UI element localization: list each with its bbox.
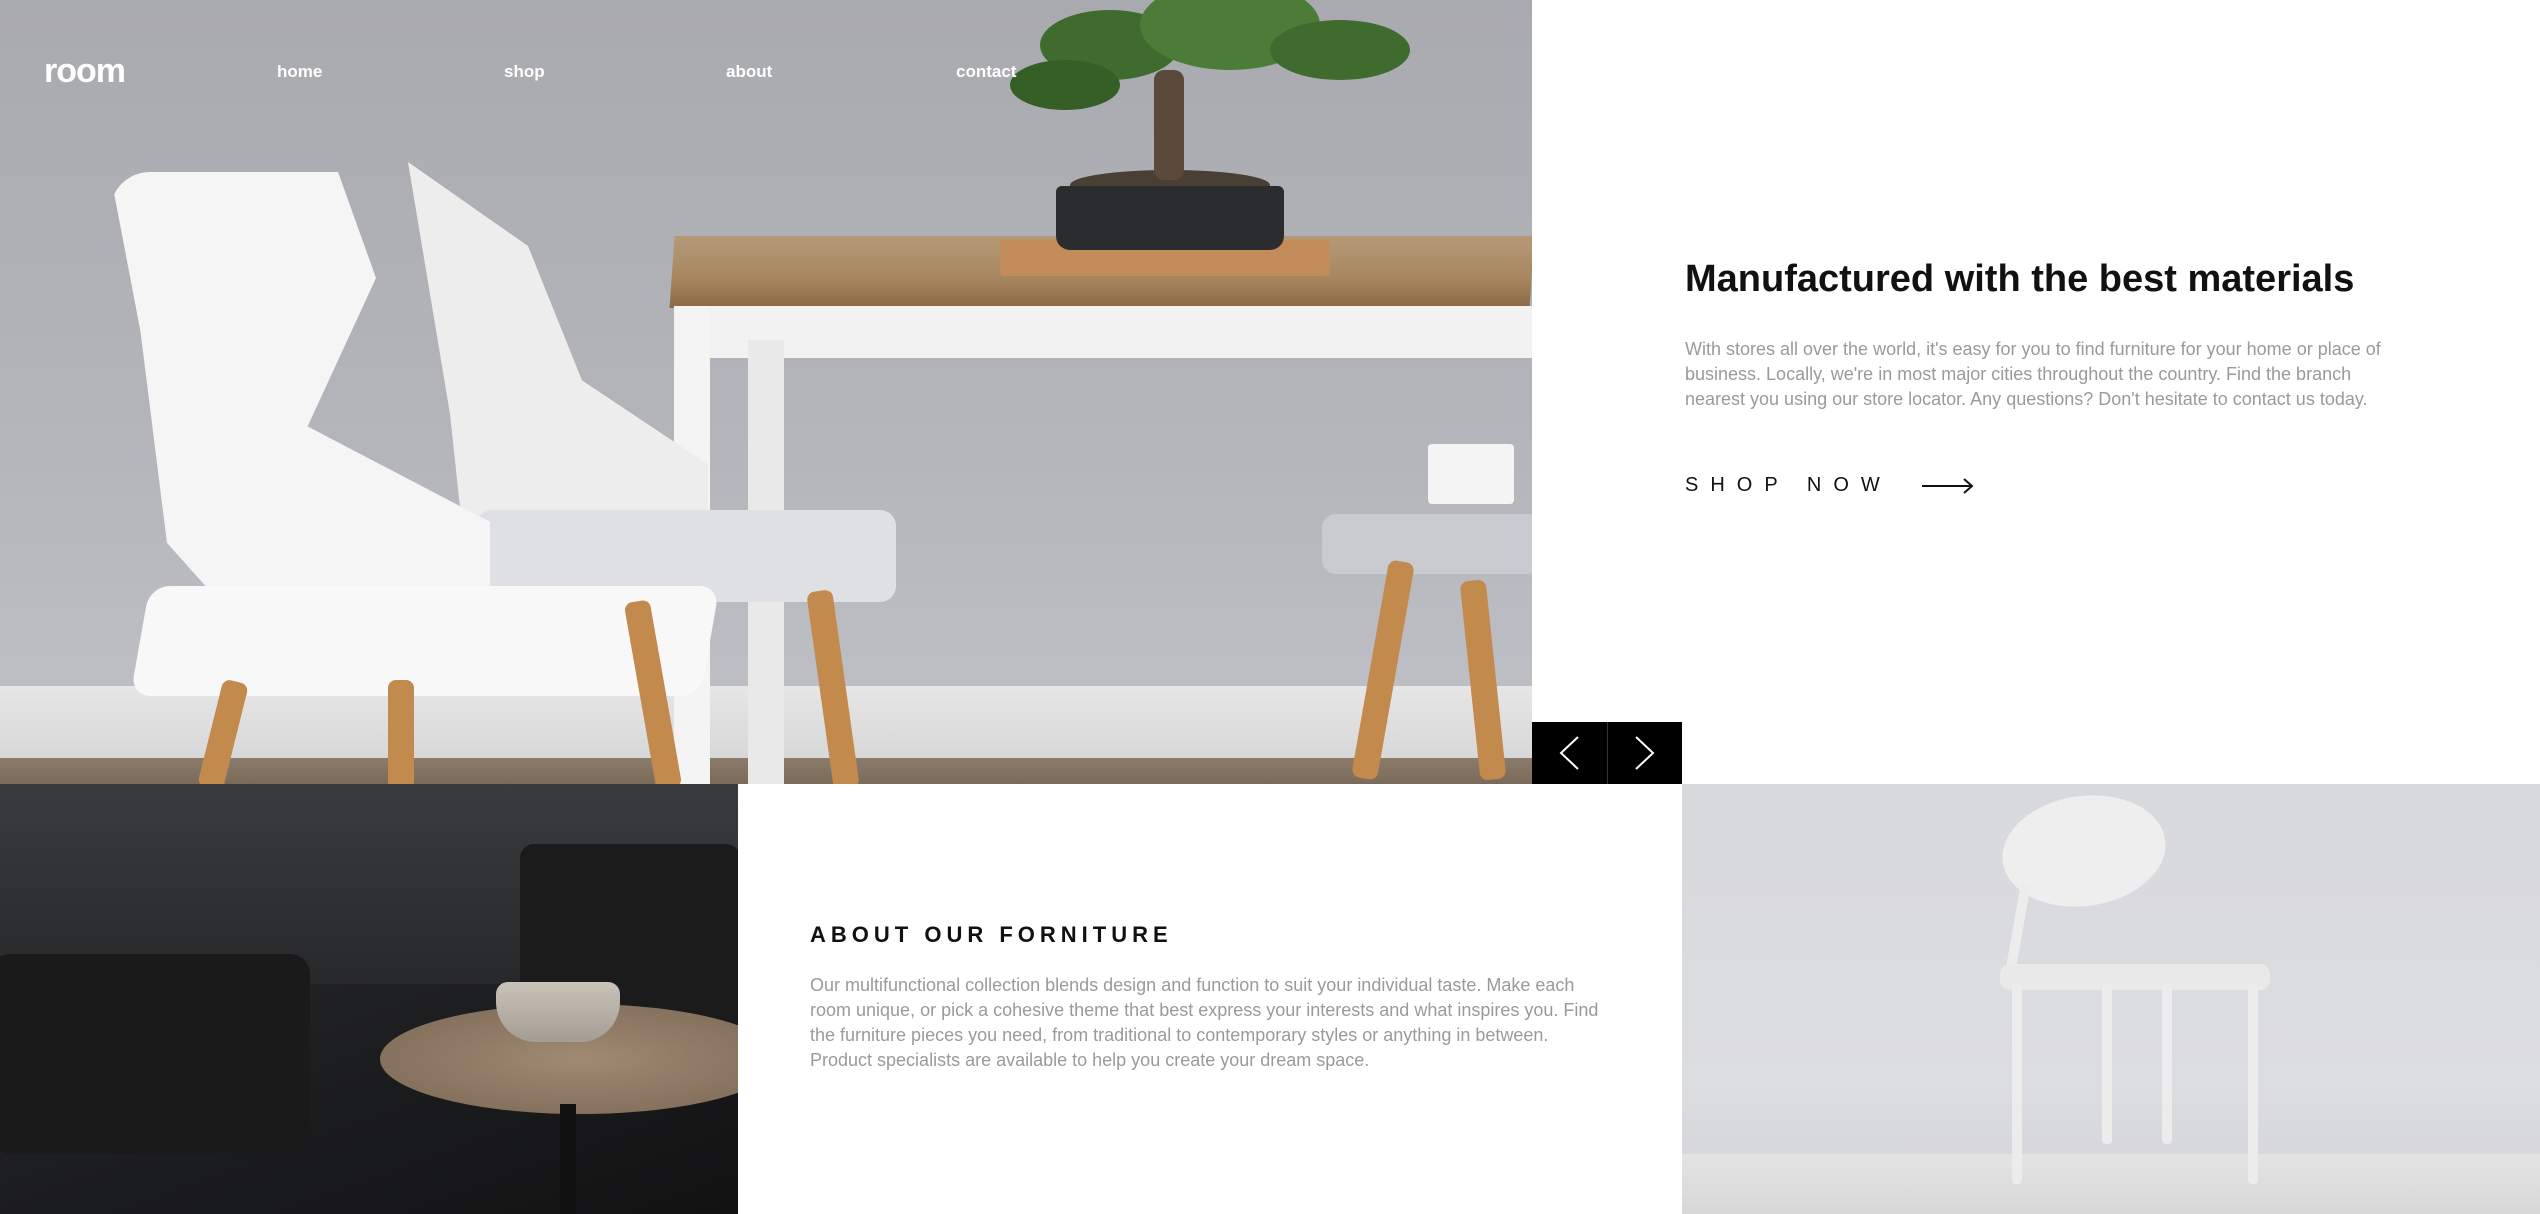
arrow-right-icon (1921, 477, 1974, 494)
about-image-light (1682, 784, 2540, 1214)
slider-controls (1532, 722, 1682, 784)
nav-link-home[interactable]: home (277, 62, 322, 82)
hero-image (0, 0, 1532, 784)
hero-description: With stores all over the world, it's eas… (1685, 339, 2381, 409)
about-description: Our multifunctional collection blends de… (810, 975, 1599, 1070)
chevron-right-icon (1635, 736, 1655, 770)
light-chair-seat (2000, 964, 2270, 990)
dark-table-base (560, 1104, 576, 1214)
dark-armchair (0, 954, 310, 1154)
slider-prev-button[interactable] (1532, 722, 1607, 784)
about-title: ABOUT OUR FORNITURE (810, 922, 1173, 947)
nav-link-about[interactable]: about (726, 62, 772, 82)
hero-bonsai-trunk (1154, 70, 1184, 180)
hero-plant-pot (1056, 186, 1284, 250)
light-chair-leg (2248, 984, 2258, 1184)
light-chair-leg (2162, 984, 2172, 1144)
hero-title: Manufactured with the best materials (1685, 258, 2355, 300)
light-chair-leg (2102, 984, 2112, 1144)
light-room-floor (1682, 1154, 2540, 1214)
hero-bonsai-foliage (1010, 60, 1120, 110)
shop-now-button[interactable]: SHOP NOW (1685, 474, 1974, 497)
logo[interactable]: room (44, 52, 126, 91)
hero-chair-leg (388, 680, 414, 784)
about-image-dark (0, 784, 738, 1214)
nav-link-shop[interactable]: shop (504, 62, 545, 82)
light-chair-leg (2012, 984, 2022, 1184)
nav-link-contact[interactable]: contact (956, 62, 1016, 82)
hero-chair-right-seat (1322, 514, 1532, 574)
shop-now-label: SHOP NOW (1685, 474, 1892, 496)
hero-wall-outlet (1428, 444, 1514, 504)
dark-bowl (496, 982, 620, 1042)
hero-bonsai-foliage (1270, 20, 1410, 80)
hero-table-frame (674, 306, 1532, 358)
slider-next-button[interactable] (1606, 722, 1683, 784)
chevron-left-icon (1559, 736, 1579, 770)
